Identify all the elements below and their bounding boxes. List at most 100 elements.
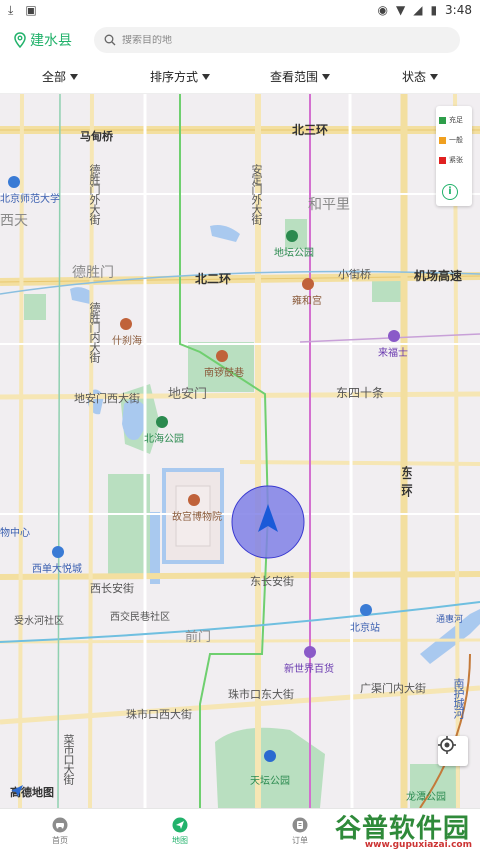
- legend-label: 充足: [449, 116, 463, 124]
- poi-marker-icon[interactable]: [302, 278, 314, 290]
- amap-arrow-icon: [11, 785, 23, 797]
- filter-status[interactable]: 状态: [360, 68, 480, 85]
- poi-marker-icon[interactable]: [304, 646, 316, 658]
- poi-label: 北海公园: [144, 434, 184, 445]
- poi-label: 地坛公园: [274, 248, 314, 259]
- legend-label: 一般: [449, 136, 463, 144]
- poi-marker-icon[interactable]: [264, 750, 276, 762]
- nav-label: 地图: [172, 835, 188, 845]
- poi-label: 天坛公园: [250, 776, 290, 787]
- map-view[interactable]: 马甸桥 北三环 北二环 小街桥 机场高速 地安门西大街 地安门 东四十条 西长安…: [0, 94, 480, 808]
- poi-marker-icon[interactable]: [388, 330, 400, 342]
- city-name: 建水县: [30, 33, 72, 49]
- poi-label: 雍和宫: [292, 296, 322, 307]
- nav-home[interactable]: 首页: [0, 809, 120, 853]
- crosshair-icon: [438, 736, 456, 754]
- status-legend: 充足 一般 紧张 i: [436, 106, 472, 206]
- road-label: 北二环: [195, 272, 232, 286]
- filter-sort[interactable]: 排序方式: [120, 68, 240, 85]
- filter-range[interactable]: 查看范围: [240, 68, 360, 85]
- dropdown-triangle-icon: [202, 73, 210, 80]
- poi-marker-icon[interactable]: [52, 546, 64, 558]
- dropdown-triangle-icon: [430, 73, 438, 80]
- filter-label: 状态: [401, 70, 426, 84]
- road-label: 安定门外大街: [250, 164, 263, 224]
- poi-marker-icon[interactable]: [8, 176, 20, 188]
- poi-label: 北京站: [350, 623, 380, 634]
- battery-icon: ▮: [430, 3, 438, 17]
- road-label: 小街桥: [338, 268, 371, 281]
- app-notification-icon: ▣: [25, 3, 37, 17]
- search-input[interactable]: [122, 34, 422, 46]
- poi-marker-icon[interactable]: [360, 604, 372, 616]
- search-icon: [104, 34, 116, 46]
- nav-label: 订单: [292, 835, 308, 845]
- top-header: 建水县: [0, 20, 480, 60]
- legend-swatch: [439, 156, 446, 164]
- poi-label: 新世界百货: [284, 664, 334, 675]
- filter-all[interactable]: 全部: [0, 68, 120, 85]
- legend-swatch: [439, 136, 446, 144]
- poi-label: 故宫博物院: [172, 512, 222, 523]
- road-label: 东四十条: [336, 386, 385, 400]
- dropdown-triangle-icon: [322, 73, 330, 80]
- search-bar[interactable]: [94, 27, 460, 53]
- poi-label: 什刹海: [112, 336, 142, 347]
- nav-label: 首页: [52, 835, 68, 845]
- poi-label: 受水河社区: [14, 616, 64, 627]
- road-label: 德胜门: [72, 265, 114, 281]
- road-label: 广渠门内大街: [360, 682, 426, 695]
- poi-label: 物中心: [0, 528, 30, 539]
- poi-marker-icon[interactable]: [156, 416, 168, 428]
- area-label: 西天: [0, 213, 28, 229]
- road-label: 地安门西大街: [74, 392, 140, 405]
- city-selector[interactable]: 建水县: [14, 30, 94, 50]
- status-bar: ⤓ ▣ ◉ ▼ ◢ ▮ 3:48: [0, 0, 480, 20]
- road-label: 机场高速: [414, 269, 463, 283]
- info-icon[interactable]: i: [442, 184, 458, 200]
- road-label: 珠市口东大街: [228, 688, 294, 701]
- car-icon: [52, 817, 68, 832]
- road-label: 马甸桥: [80, 130, 113, 143]
- road-label: 珠市口西大街: [126, 708, 192, 721]
- location-pin-icon: [14, 32, 26, 48]
- filter-label: 排序方式: [149, 70, 198, 84]
- river-label: 通惠河: [436, 615, 464, 625]
- road-label: 菜市口大街: [62, 734, 75, 784]
- poi-marker-icon[interactable]: [286, 230, 298, 242]
- road-label: 北三环: [292, 123, 329, 137]
- river-label: 南护城河: [452, 678, 465, 718]
- road-label: 德胜门内大街: [88, 302, 101, 362]
- status-time: 3:48: [445, 3, 472, 17]
- filter-label: 查看范围: [269, 70, 318, 84]
- road-label: 前门: [185, 630, 212, 645]
- wifi-icon: ▼: [395, 3, 406, 17]
- poi-label: 北京师范大学: [0, 194, 60, 205]
- locate-me-button[interactable]: [438, 736, 468, 766]
- poi-label: 来福士: [378, 348, 408, 359]
- watermark: 谷普软件园 www.gupuxiazai.com: [328, 808, 478, 853]
- amap-logo: 高德地图: [10, 784, 54, 800]
- road-label: 东二环: [400, 466, 413, 496]
- poi-label: 南锣鼓巷: [204, 368, 244, 379]
- poi-marker-icon[interactable]: [120, 318, 132, 330]
- road-label: 西长安街: [90, 582, 134, 595]
- legend-swatch: [439, 116, 446, 124]
- poi-label: 西单大悦城: [32, 564, 82, 575]
- location-icon: ◉: [377, 3, 388, 17]
- poi-label: 龙潭公园: [406, 792, 446, 803]
- road-label: 地安门: [168, 387, 208, 402]
- poi-marker-icon[interactable]: [216, 350, 228, 362]
- watermark-url: www.gupuxiazai.com: [364, 840, 472, 850]
- area-label: 和平里: [308, 197, 350, 213]
- poi-marker-icon[interactable]: [188, 494, 200, 506]
- legend-item: 紧张: [439, 150, 469, 170]
- download-icon: ⤓: [8, 3, 14, 17]
- road-label: 德胜门外大街: [88, 164, 101, 224]
- filter-label: 全部: [41, 70, 66, 84]
- nav-map[interactable]: 地图: [120, 809, 240, 853]
- legend-label: 紧张: [449, 156, 463, 164]
- legend-item: 充足: [439, 110, 469, 130]
- legend-item: 一般: [439, 130, 469, 150]
- filter-bar: 全部 排序方式 查看范围 状态: [0, 60, 480, 94]
